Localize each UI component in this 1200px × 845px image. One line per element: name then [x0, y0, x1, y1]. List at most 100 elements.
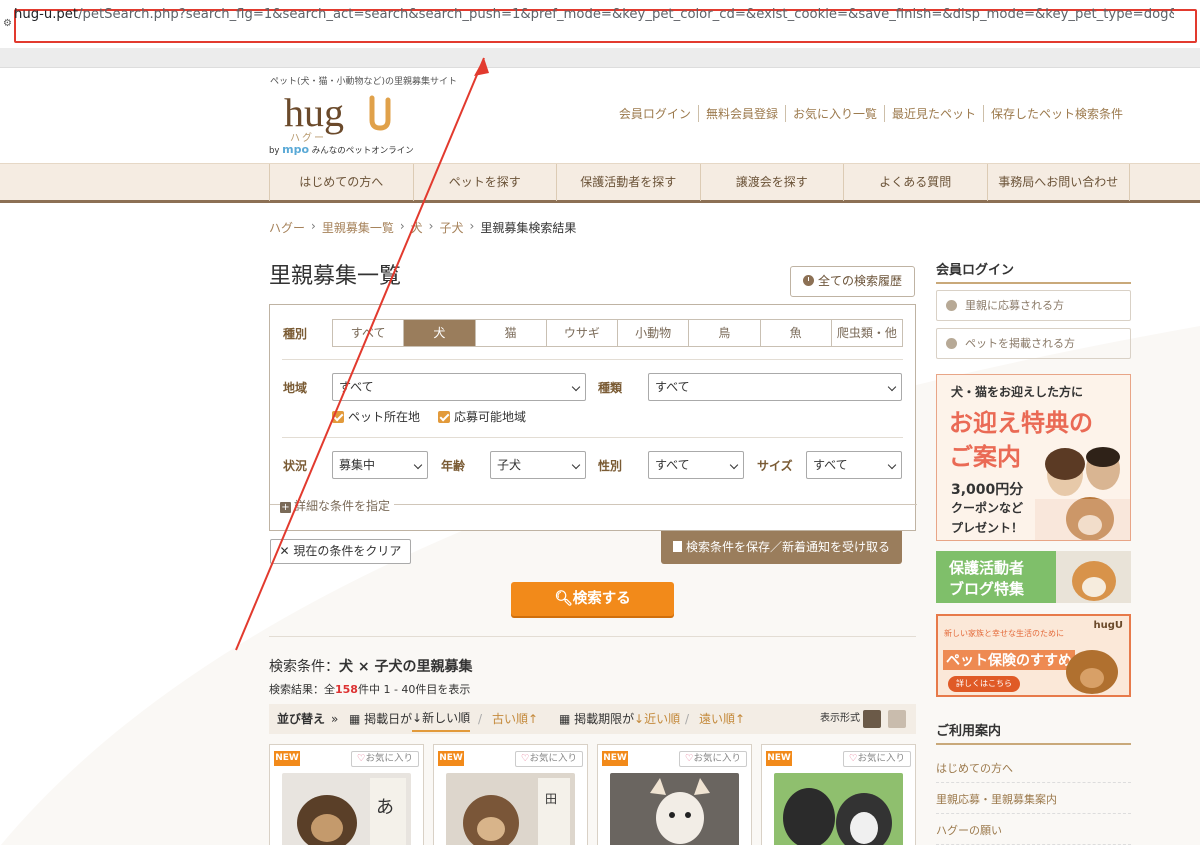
- age-select[interactable]: 子犬: [490, 451, 586, 479]
- search-button[interactable]: 🔍︎検索する: [511, 582, 674, 616]
- breadcrumb-dog[interactable]: 犬: [411, 219, 423, 236]
- sort-bar: 並び替え » ▦ 掲載日が ↓新しい順 / 古い順↑ ▦ 掲載期限が ↓近い順 …: [269, 704, 916, 734]
- sidebar-login-title: 会員ログイン: [936, 263, 1015, 278]
- region-select[interactable]: すべて: [332, 373, 586, 401]
- species-tab-small-animal[interactable]: 小動物: [617, 320, 688, 346]
- sort-newest[interactable]: ↓新しい順: [412, 706, 471, 732]
- breadcrumb-home[interactable]: ハグー: [269, 219, 305, 236]
- paw-icon: [946, 300, 957, 311]
- checkbox-checked-icon: [438, 411, 450, 423]
- dog-illustration: [1066, 650, 1118, 694]
- mpo-logo: mpo: [282, 143, 310, 156]
- status-select[interactable]: 募集中: [332, 451, 428, 479]
- banner3-more-button[interactable]: 詳しくはこちら: [948, 676, 1020, 692]
- favorite-button[interactable]: ♡お気に入り: [679, 751, 747, 767]
- sort-farthest[interactable]: 遠い順↑: [699, 704, 745, 734]
- chevron-down-icon: [413, 460, 423, 470]
- nav-item-faq[interactable]: よくある質問: [843, 164, 987, 201]
- guide-link-adoption[interactable]: 里親応募・里親募集案内: [936, 791, 1131, 814]
- species-tab-bird[interactable]: 鳥: [688, 320, 759, 346]
- browser-toolbar-strip: [0, 48, 1200, 68]
- count-total: 158: [335, 683, 358, 696]
- species-tab-dog[interactable]: 犬: [403, 320, 475, 346]
- guide-link-wish[interactable]: ハグーの願い: [936, 822, 1131, 845]
- hugu-logo[interactable]: hug ハグー: [280, 88, 400, 143]
- pet-card[interactable]: NEW ♡お気に入り: [761, 744, 916, 845]
- cond-prefix: 検索条件：: [269, 659, 339, 675]
- sort-nearest[interactable]: ↓近い順: [634, 704, 680, 734]
- logo-u-mark: [369, 95, 391, 131]
- heart-icon: ♡: [520, 753, 530, 764]
- new-badge: NEW: [274, 751, 300, 766]
- pet-location-checkbox[interactable]: ペット所在地: [332, 408, 420, 425]
- breadcrumb: ハグー › 里親募集一覧 › 犬 › 子犬 › 里親募集検索結果: [269, 219, 577, 236]
- grid-view-icon[interactable]: [888, 710, 906, 728]
- site-tagline: ペット(犬・猫・小動物など)の里親募集サイト: [270, 77, 458, 87]
- rescuer-blog-banner[interactable]: 保護活動者 ブログ特集: [936, 551, 1131, 603]
- favorite-button[interactable]: ♡お気に入り: [515, 751, 583, 767]
- header-link-register[interactable]: 無料会員登録: [697, 105, 785, 122]
- species-tab-rabbit[interactable]: ウサギ: [545, 320, 617, 346]
- breed-select-value: すべて: [655, 380, 690, 394]
- species-tab-fish[interactable]: 魚: [759, 320, 831, 346]
- logo-sub-text: ハグー: [290, 131, 326, 143]
- shiba-dog-illustration: [1056, 551, 1131, 603]
- size-select[interactable]: すべて: [806, 451, 902, 479]
- login-poster-label: ペットを掲載される方: [965, 337, 1075, 350]
- species-tab-all[interactable]: すべて: [333, 320, 403, 346]
- guide-link-beginners[interactable]: はじめての方へ: [936, 760, 1131, 783]
- logo-text: hug: [284, 90, 344, 135]
- species-tab-cat[interactable]: 猫: [474, 320, 546, 346]
- login-applicant-button[interactable]: 里親に応募される方: [936, 290, 1131, 321]
- pet-card[interactable]: NEW ♡お気に入り: [597, 744, 752, 845]
- document-icon: [672, 541, 682, 552]
- header-link-favorites[interactable]: お気に入り一覧: [784, 105, 884, 122]
- banner2-line1: 保護活動者: [949, 559, 1025, 577]
- nav-item-find-pet[interactable]: ペットを探す: [412, 164, 557, 201]
- login-poster-button[interactable]: ペットを掲載される方: [936, 328, 1131, 359]
- pet-card[interactable]: NEW ♡お気に入り 田: [433, 744, 588, 845]
- welcome-bonus-banner[interactable]: 犬・猫をお迎えした方に お迎え特典の ご案内 3,000円分 クーポンなど プレ…: [936, 374, 1131, 541]
- nav-item-adoption-events[interactable]: 譲渡会を探す: [699, 164, 844, 201]
- species-tabs: すべて 犬 猫 ウサギ 小動物 鳥 魚 爬虫類・他: [332, 319, 903, 347]
- favorite-button[interactable]: ♡お気に入り: [351, 751, 419, 767]
- banner1-main1: お迎え特典の: [949, 409, 1093, 437]
- sort-oldest[interactable]: 古い順↑: [492, 704, 538, 734]
- detail-conditions-toggle[interactable]: + 詳細な条件を指定: [280, 497, 395, 514]
- nav-item-find-rescuer[interactable]: 保護活動者を探す: [556, 164, 700, 201]
- arrow-up-icon: ↑: [528, 712, 539, 726]
- divider: [282, 359, 903, 360]
- svg-text:田: 田: [545, 792, 557, 806]
- user-icon: [946, 338, 957, 349]
- save-search-button[interactable]: 検索条件を保存／新着通知を受け取る: [661, 531, 902, 564]
- species-tab-reptile[interactable]: 爬虫類・他: [830, 320, 902, 346]
- header-link-recent[interactable]: 最近見たペット: [883, 105, 983, 122]
- nav-item-beginners[interactable]: はじめての方へ: [269, 164, 413, 201]
- breed-select[interactable]: すべて: [648, 373, 902, 401]
- result-count: 検索結果：全158件中 1 - 40件目を表示: [269, 681, 470, 697]
- save-search-label: 検索条件を保存／新着通知を受け取る: [685, 540, 890, 554]
- clear-conditions-button[interactable]: ✕ 現在の条件をクリア: [270, 539, 411, 564]
- nav-item-contact[interactable]: 事務局へお問い合わせ: [986, 164, 1130, 201]
- usage-guide-title: ご利用案内: [936, 724, 1002, 739]
- posted-label-text: 掲載日が: [364, 712, 413, 726]
- header-link-saved-search[interactable]: 保存したペット検索条件: [982, 105, 1130, 122]
- url-field[interactable]: hug-u.pet/petSearch.php?search_flg=1&sea…: [14, 7, 1174, 22]
- breed-label: 種類: [598, 381, 623, 395]
- search-icon: 🔍︎: [554, 591, 573, 607]
- breadcrumb-puppy[interactable]: 子犬: [439, 219, 463, 236]
- plus-icon: +: [280, 502, 291, 513]
- search-history-button[interactable]: 全ての検索履歴: [790, 266, 915, 297]
- apply-area-checkbox[interactable]: 応募可能地域: [438, 408, 526, 425]
- sex-select[interactable]: すべて: [648, 451, 744, 479]
- banner3-more-label: 詳しくはこちら: [956, 679, 1012, 688]
- list-view-icon[interactable]: [863, 710, 881, 728]
- favorite-label: お気に入り: [529, 753, 578, 764]
- pet-card[interactable]: NEW ♡お気に入り あ: [269, 744, 424, 845]
- pet-insurance-banner[interactable]: 新しい家族と幸せな生活のために ペット保険のすすめ 詳しくはこちら hugU: [936, 614, 1131, 697]
- header-link-login[interactable]: 会員ログイン: [612, 105, 698, 122]
- page-title: 里親募集一覧: [269, 264, 402, 289]
- posted-date-label: ▦ 掲載日が: [349, 704, 412, 734]
- breadcrumb-list[interactable]: 里親募集一覧: [322, 219, 394, 236]
- favorite-button[interactable]: ♡お気に入り: [843, 751, 911, 767]
